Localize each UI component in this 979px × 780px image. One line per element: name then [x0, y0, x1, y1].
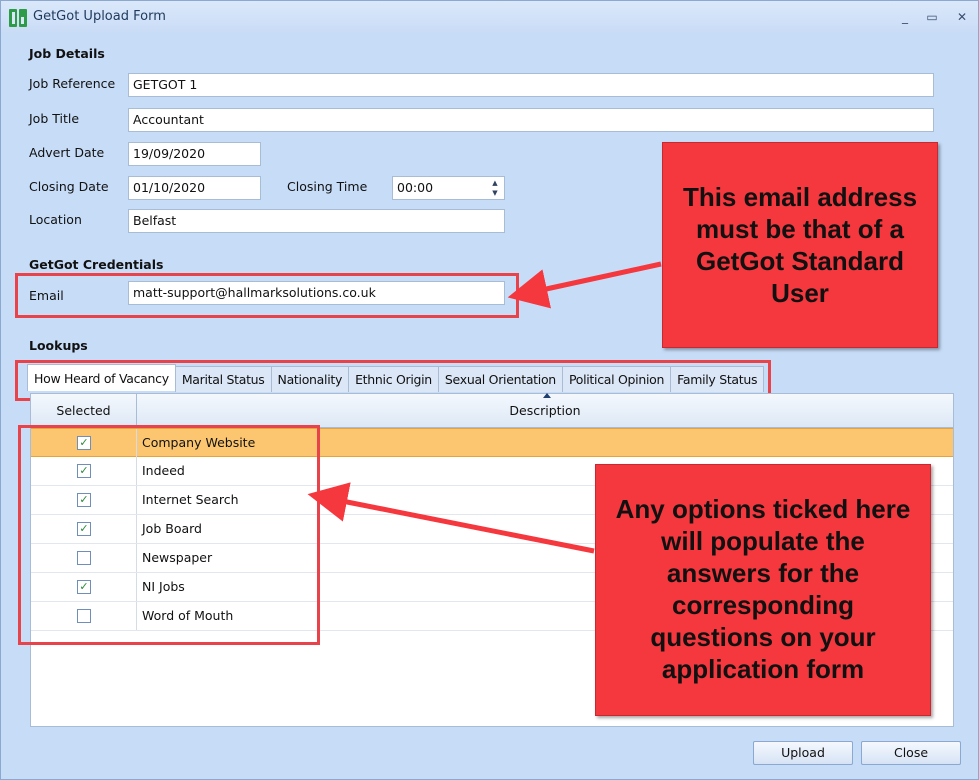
grid-header: Selected Description: [31, 393, 953, 428]
upload-form-window: GetGot Upload Form _ ▭ ✕ Job Details Job…: [0, 0, 979, 780]
description-column-header[interactable]: Description: [137, 394, 953, 428]
options-callout: Any options ticked here will populate th…: [595, 464, 931, 716]
advert-date-input[interactable]: 19/09/2020: [128, 142, 261, 166]
tab-political-opinion[interactable]: Political Opinion: [561, 366, 672, 392]
credentials-heading: GetGot Credentials: [29, 257, 164, 272]
closing-date-label: Closing Date: [29, 179, 109, 194]
advert-date-label: Advert Date: [29, 145, 105, 160]
closing-time-value: 00:00: [397, 180, 434, 195]
callout-line: will populate the: [661, 526, 865, 556]
closing-time-spinner[interactable]: ▲ ▼: [487, 178, 503, 199]
close-window-button[interactable]: ✕: [951, 7, 973, 27]
sort-ascending-icon: [543, 393, 551, 398]
closing-time-label: Closing Time: [287, 179, 368, 194]
closing-time-input[interactable]: 00:00 ▲ ▼: [392, 176, 505, 200]
email-input[interactable]: matt-support@hallmarksolutions.co.uk: [128, 281, 505, 305]
close-button[interactable]: Close: [861, 741, 961, 765]
window-title: GetGot Upload Form: [33, 9, 166, 24]
job-title-label: Job Title: [29, 111, 80, 126]
callout-line: Any options ticked here: [615, 494, 911, 524]
tab-sexual-orientation[interactable]: Sexual Orientation: [437, 366, 563, 392]
upload-button[interactable]: Upload: [753, 741, 853, 765]
job-title-input[interactable]: Accountant: [128, 108, 934, 132]
minimize-button[interactable]: _: [894, 7, 916, 27]
getgot-logo-icon: [9, 9, 27, 27]
tab-family-status[interactable]: Family Status: [670, 366, 765, 392]
tab-how-heard-of-vacancy[interactable]: How Heard of Vacancy: [27, 364, 176, 391]
callout-line: must be that of a: [695, 214, 904, 244]
callout-line: User: [771, 278, 829, 308]
callout-line: This email address: [682, 182, 918, 212]
lookups-heading: Lookups: [29, 338, 88, 353]
spin-down-icon[interactable]: ▼: [487, 188, 503, 198]
callout-line: application form: [661, 654, 865, 684]
callout-line: corresponding: [671, 590, 854, 620]
lookup-tabs: How Heard of Vacancy Marital Status Nati…: [27, 364, 765, 392]
tab-ethnic-origin[interactable]: Ethnic Origin: [348, 366, 439, 392]
email-callout: This email address must be that of a Get…: [662, 142, 938, 348]
job-reference-label: Job Reference: [29, 76, 116, 91]
location-label: Location: [29, 212, 82, 227]
spin-up-icon[interactable]: ▲: [487, 178, 503, 188]
options-highlight-box: [18, 425, 320, 645]
callout-line: GetGot Standard: [695, 246, 904, 276]
tab-nationality[interactable]: Nationality: [270, 366, 350, 392]
job-reference-input[interactable]: GETGOT 1: [128, 73, 934, 97]
location-input[interactable]: Belfast: [128, 209, 505, 233]
tab-marital-status[interactable]: Marital Status: [174, 366, 272, 392]
email-arrow: [507, 261, 662, 309]
title-bar: GetGot Upload Form _ ▭ ✕: [1, 1, 978, 33]
callout-line: questions on your: [650, 622, 876, 652]
callout-line: answers for the: [666, 558, 860, 588]
email-label: Email: [29, 288, 64, 303]
selected-column-header[interactable]: Selected: [31, 394, 137, 428]
closing-date-input[interactable]: 01/10/2020: [128, 176, 261, 200]
maximize-button[interactable]: ▭: [921, 7, 943, 27]
job-details-heading: Job Details: [29, 46, 105, 61]
